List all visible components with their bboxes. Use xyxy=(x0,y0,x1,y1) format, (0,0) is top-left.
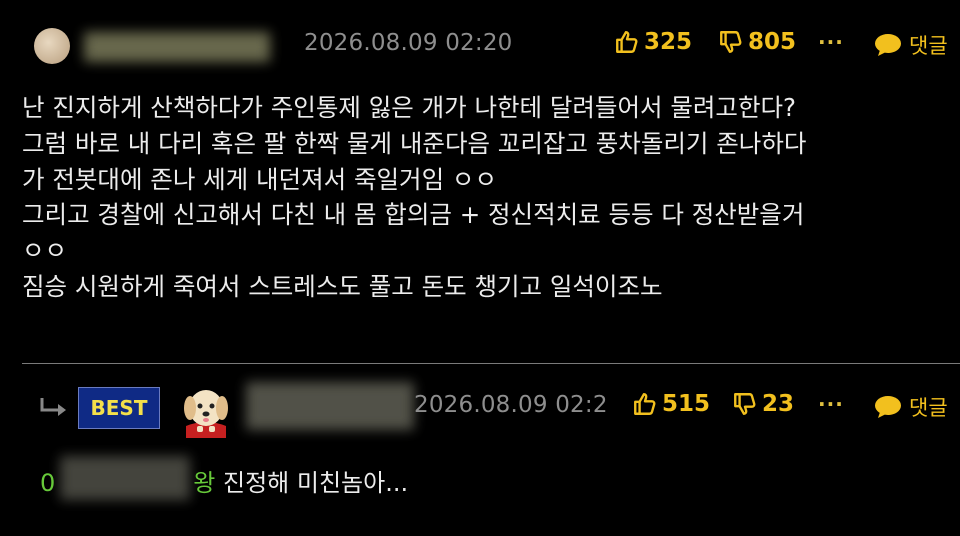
thumbs-down-icon xyxy=(720,31,742,53)
like-count: 515 xyxy=(662,391,711,417)
thumbs-up-icon xyxy=(616,31,638,53)
username-redacted xyxy=(246,382,414,430)
like-button[interactable]: 325 xyxy=(614,29,692,55)
mention-suffix[interactable]: 왕 xyxy=(193,469,215,497)
divider xyxy=(22,363,960,364)
comment-body: 난 진지하게 산책하다가 주인통제 잃은 개가 나한테 달려들어서 물려고한다?… xyxy=(22,93,807,301)
comment-date: 2026.08.09 02:20 xyxy=(304,30,513,56)
reply-button[interactable]: 댓글 xyxy=(873,30,948,60)
dislike-count: 23 xyxy=(762,391,795,417)
reply-text: 진정해 미친놈아... xyxy=(215,469,409,497)
dislike-count: 805 xyxy=(748,29,797,55)
reply-label: 댓글 xyxy=(909,34,948,58)
reply-label: 댓글 xyxy=(909,396,948,420)
username-redacted xyxy=(84,32,270,62)
more-icon[interactable]: ··· xyxy=(818,392,844,416)
reply-body: 0 왕 진정해 미친놈아... xyxy=(40,463,408,498)
thumbs-up-icon xyxy=(634,393,656,415)
best-badge: BEST xyxy=(78,387,160,429)
like-count: 325 xyxy=(644,29,693,55)
dislike-button[interactable]: 23 xyxy=(732,391,794,417)
speech-bubble-icon xyxy=(875,34,901,56)
speech-bubble-icon xyxy=(875,396,901,418)
reply-button[interactable]: 댓글 xyxy=(873,392,948,422)
reply-date: 2026.08.09 02:2 xyxy=(414,392,608,418)
thumbs-down-icon xyxy=(734,393,756,415)
reply-arrow-icon xyxy=(40,398,66,416)
like-button[interactable]: 515 xyxy=(632,391,710,417)
dog-avatar-icon[interactable] xyxy=(180,378,232,438)
dislike-button[interactable]: 805 xyxy=(718,29,796,55)
more-icon[interactable]: ··· xyxy=(818,30,844,54)
user-avatar[interactable] xyxy=(34,28,70,64)
mention-prefix[interactable]: 0 xyxy=(40,469,55,497)
